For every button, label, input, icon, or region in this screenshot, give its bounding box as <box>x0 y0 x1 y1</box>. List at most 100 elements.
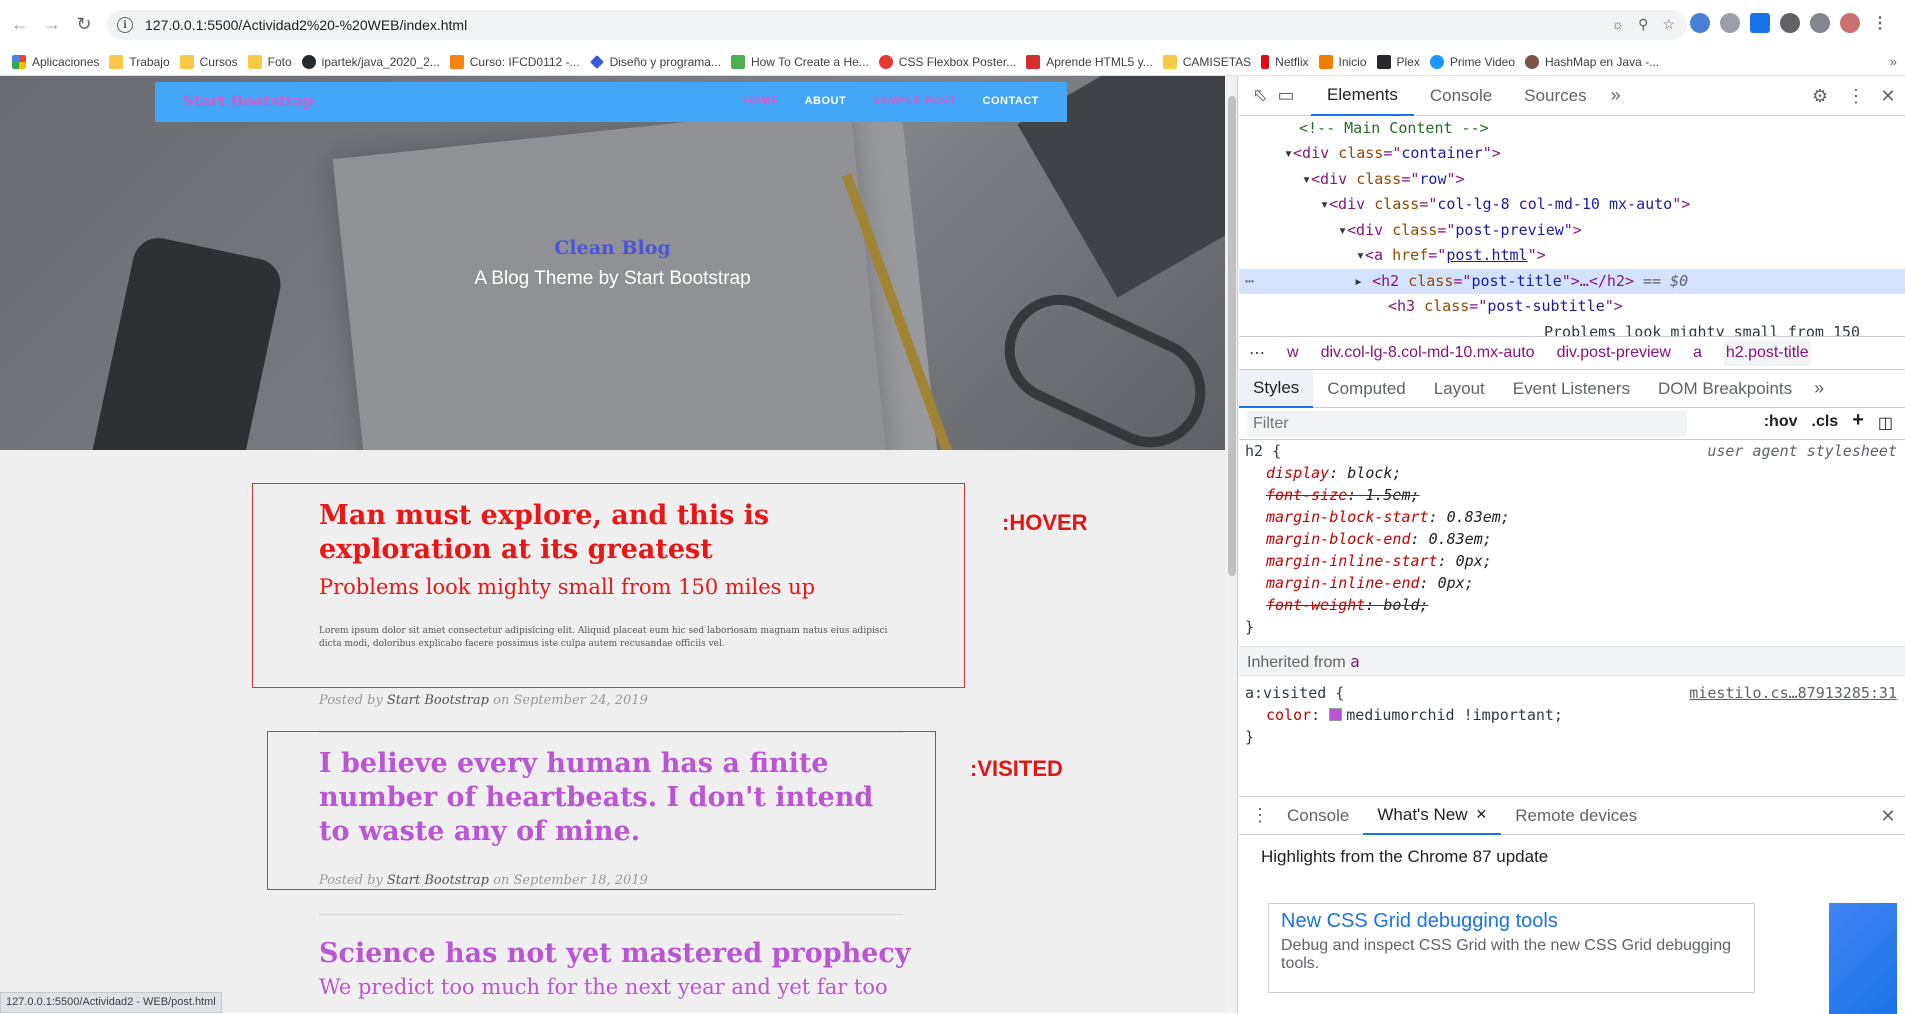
css-property[interactable]: margin-block-end: 0.83em; <box>1239 528 1905 550</box>
bookmark-star-icon[interactable]: ☆ <box>1662 16 1675 33</box>
css-property[interactable]: color: mediumorchid !important; <box>1239 704 1905 726</box>
gear-icon[interactable]: ⚙ <box>1807 83 1833 109</box>
bookmark-item[interactable]: CAMISETAS <box>1162 54 1261 69</box>
kebab-menu-icon[interactable]: ⋮ <box>1843 83 1869 109</box>
reload-icon[interactable]: ↻ <box>72 12 96 36</box>
dom-text-node[interactable]: Problems look mighty small from 150 <box>1544 320 1860 337</box>
css-property[interactable]: margin-inline-end: 0px; <box>1239 572 1905 594</box>
avatar[interactable] <box>1840 13 1860 33</box>
bookmark-item[interactable]: Cursos <box>179 54 248 69</box>
forward-icon[interactable]: → <box>40 12 64 36</box>
post-preview[interactable]: Man must explore, and this is exploratio… <box>319 499 899 651</box>
bookmark-item[interactable]: Curso: IFCD0112 -... <box>449 54 590 69</box>
tab-styles[interactable]: Styles <box>1239 369 1314 408</box>
brand-link[interactable]: Start Bootstrap <box>183 92 314 110</box>
post-preview[interactable]: Science has not yet mastered prophecy We… <box>319 937 919 999</box>
bookmark-item[interactable]: Aprende HTML5 y... <box>1026 54 1163 69</box>
crumb-item[interactable]: w <box>1287 344 1299 362</box>
crumb-item[interactable]: div.post-preview <box>1557 344 1671 362</box>
dom-node-selected[interactable]: ⋯ ▸ <h2 class="post-title">…</h2> == $0 <box>1239 268 1905 294</box>
crumb-item-current[interactable]: h2.post-title <box>1723 340 1811 366</box>
scrollbar-thumb[interactable] <box>1228 96 1236 576</box>
dom-node[interactable]: ▾<div class="container"> <box>1284 141 1501 167</box>
tab-event-listeners[interactable]: Event Listeners <box>1499 370 1644 408</box>
device-toolbar-icon[interactable]: ▭ <box>1273 83 1299 109</box>
more-bookmarks-icon[interactable]: » <box>1890 54 1897 69</box>
css-property[interactable]: margin-inline-start: 0px; <box>1239 550 1905 572</box>
menu-kebab-icon[interactable]: ⋮ <box>1870 13 1890 33</box>
dom-node[interactable]: <!-- Main Content --> <box>1299 116 1489 142</box>
dom-ellipsis-icon[interactable]: ⋯ <box>1245 272 1254 290</box>
dom-node[interactable]: ▾<div class="col-lg-8 col-md-10 mx-auto"… <box>1320 192 1690 218</box>
drawer-menu-icon[interactable]: ⋮ <box>1247 803 1273 829</box>
tab-elements[interactable]: Elements <box>1311 76 1414 116</box>
crumbs-ellipsis-icon[interactable]: ⋯ <box>1249 343 1265 363</box>
class-toggle[interactable]: .cls <box>1812 413 1839 433</box>
translate-icon[interactable]: ☼ <box>1611 16 1624 33</box>
drawer-tab-remote-devices[interactable]: Remote devices <box>1501 797 1651 835</box>
bookmark-item[interactable]: Prime Video <box>1429 54 1525 69</box>
bookmark-item[interactable]: CSS Flexbox Poster... <box>878 54 1026 69</box>
toggle-sidebar-icon[interactable]: ◫ <box>1878 413 1893 433</box>
tab-computed[interactable]: Computed <box>1313 370 1419 408</box>
bookmark-item[interactable]: Plex <box>1376 54 1430 69</box>
page-scrollbar[interactable] <box>1226 76 1237 1013</box>
dom-node[interactable]: ▾<div class="row"> <box>1302 167 1465 193</box>
dom-node[interactable]: <h3 class="post-subtitle"> <box>1388 294 1623 320</box>
inspect-element-icon[interactable]: ⬁ <box>1247 83 1273 109</box>
back-icon[interactable]: ← <box>8 12 32 36</box>
tab-sources[interactable]: Sources <box>1508 76 1602 116</box>
url-text[interactable]: 127.0.0.1:5500/Actividad2%20-%20WEB/inde… <box>145 17 467 33</box>
close-icon[interactable]: ✕ <box>1875 83 1901 109</box>
author-link[interactable]: Start Bootstrap <box>387 873 489 888</box>
new-rule-plus-icon[interactable]: + <box>1852 409 1864 433</box>
camera-extension-icon[interactable] <box>1690 13 1710 33</box>
extension-icon[interactable] <box>1720 13 1740 33</box>
post-title[interactable]: I believe every human has a finite numbe… <box>319 747 909 849</box>
crumb-item[interactable]: a <box>1693 344 1702 362</box>
puzzle-icon[interactable] <box>1810 13 1830 33</box>
feature-card-title[interactable]: New CSS Grid debugging tools <box>1281 910 1742 933</box>
post-title[interactable]: Man must explore, and this is exploratio… <box>319 499 899 567</box>
rule-source-link[interactable]: miestilo.cs…87913285:31 <box>1689 682 1897 704</box>
close-drawer-icon[interactable]: ✕ <box>1875 803 1901 829</box>
css-property[interactable]: font-size: 1.5em; <box>1239 484 1905 506</box>
post-subtitle[interactable]: Problems look mighty small from 150 mile… <box>319 575 899 599</box>
hover-state-toggle[interactable]: :hov <box>1764 413 1798 433</box>
nav-about[interactable]: ABOUT <box>805 95 847 107</box>
feature-card[interactable]: New CSS Grid debugging tools Debug and i… <box>1268 903 1755 993</box>
nav-home[interactable]: HOME <box>744 95 779 107</box>
new-extension-icon[interactable] <box>1750 13 1770 33</box>
tab-dom-breakpoints[interactable]: DOM Breakpoints <box>1644 370 1806 408</box>
color-swatch-icon[interactable] <box>1329 708 1343 721</box>
more-subtabs-icon[interactable]: » <box>1806 376 1832 402</box>
css-property[interactable]: display: block; <box>1239 462 1905 484</box>
bookmark-item[interactable]: Foto <box>247 54 302 69</box>
post-title[interactable]: Science has not yet mastered prophecy <box>319 937 919 971</box>
nav-contact[interactable]: CONTACT <box>983 95 1039 107</box>
bookmark-item[interactable]: Diseño y programa... <box>589 55 731 69</box>
tab-console[interactable]: Console <box>1414 76 1508 116</box>
css-property[interactable]: font-weight: bold; <box>1239 594 1905 616</box>
settings-extension-icon[interactable] <box>1780 13 1800 33</box>
crumb-item[interactable]: div.col-lg-8.col-md-10.mx-auto <box>1321 344 1535 362</box>
dom-node[interactable]: ▾<a href="post.html"> <box>1356 243 1546 269</box>
address-bar[interactable]: i 127.0.0.1:5500/Actividad2%20-%20WEB/in… <box>107 10 1687 40</box>
post-preview[interactable]: I believe every human has a finite numbe… <box>319 747 909 849</box>
drawer-tab-console[interactable]: Console <box>1273 797 1363 835</box>
bookmark-item[interactable]: Aplicaciones <box>0 54 109 69</box>
dom-node[interactable]: ▾<div class="post-preview"> <box>1338 218 1582 244</box>
bookmark-item[interactable]: Netflix <box>1261 54 1318 69</box>
dom-attr-link[interactable]: post.html <box>1446 246 1527 264</box>
bookmark-item[interactable]: HashMap en Java -... <box>1525 54 1669 69</box>
zoom-icon[interactable]: ⚲ <box>1638 16 1648 33</box>
more-tabs-icon[interactable]: » <box>1603 83 1629 109</box>
css-property[interactable]: margin-block-start: 0.83em; <box>1239 506 1905 528</box>
bookmark-item[interactable]: Inicio <box>1318 54 1377 69</box>
css-rule-selector[interactable]: h2 { user agent stylesheet <box>1239 440 1905 462</box>
inherited-element-link[interactable]: a <box>1350 652 1360 671</box>
styles-filter-input[interactable] <box>1247 410 1687 437</box>
close-tab-icon[interactable]: ✕ <box>1476 806 1488 823</box>
bookmark-item[interactable]: ipartek/java_2020_2... <box>301 54 450 69</box>
nav-sample-post[interactable]: SAMPLE POST <box>872 95 956 107</box>
